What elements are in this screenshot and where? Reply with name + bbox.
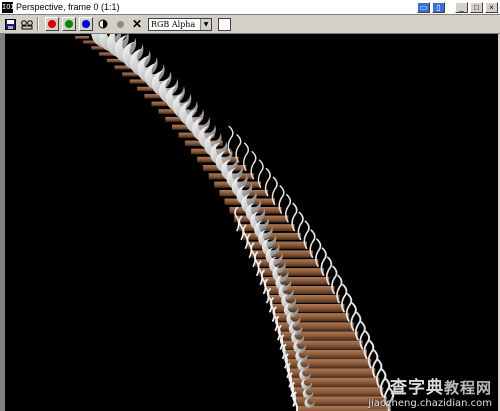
- watermark: 查字典教程网 jiaocheng.chazidian.com: [368, 373, 492, 409]
- gray-dot-icon[interactable]: [113, 17, 127, 31]
- stair-step: [255, 259, 319, 267]
- watermark-brand-sub: 教程网: [443, 379, 492, 397]
- window-title: Perspective, frame 0 (1:1): [16, 2, 120, 12]
- chevron-down-icon[interactable]: ▼: [200, 18, 211, 30]
- close-button[interactable]: ×: [485, 1, 498, 13]
- stair-step: [268, 295, 340, 304]
- red-dot-icon: [48, 20, 56, 28]
- staircase-render: [75, 34, 395, 411]
- clone-icon[interactable]: [20, 17, 34, 31]
- copy-icon[interactable]: ▯: [432, 1, 445, 13]
- clear-icon[interactable]: ✕: [130, 17, 144, 31]
- watermark-brand: 查字典: [389, 378, 444, 398]
- mono-channel-toggle[interactable]: [96, 17, 110, 31]
- blue-dot-icon: [82, 20, 90, 28]
- color-swatch[interactable]: [218, 17, 231, 31]
- stair-step: [75, 36, 90, 39]
- stair-step: [243, 232, 301, 240]
- watermark-url: jiaocheng.chazidian.com: [368, 398, 492, 409]
- maximize-button[interactable]: □: [470, 1, 483, 13]
- stair-step: [262, 277, 330, 285]
- render-toolbar: ✕ RGB Alpha ▼: [0, 15, 500, 34]
- save-icon[interactable]: [3, 17, 17, 31]
- stair-step: [265, 286, 335, 294]
- red-channel-toggle[interactable]: [45, 17, 59, 31]
- channel-dropdown[interactable]: RGB Alpha ▼: [148, 17, 212, 31]
- green-channel-toggle[interactable]: [62, 17, 76, 31]
- render-viewport: 查字典教程网 jiaocheng.chazidian.com: [5, 34, 498, 411]
- stair-step: [271, 304, 345, 313]
- stair-step: [258, 268, 324, 276]
- blue-channel-toggle[interactable]: [79, 17, 93, 31]
- stair-step: [247, 241, 307, 249]
- channel-value: RGB Alpha: [151, 19, 196, 29]
- restore-icon[interactable]: ▭: [417, 1, 430, 13]
- title-bar: IOI Perspective, frame 0 (1:1) ▭ ▯ _ □ ×: [0, 0, 500, 15]
- green-dot-icon: [65, 20, 73, 28]
- app-icon: IOI: [2, 1, 15, 13]
- minimize-button[interactable]: _: [455, 1, 468, 13]
